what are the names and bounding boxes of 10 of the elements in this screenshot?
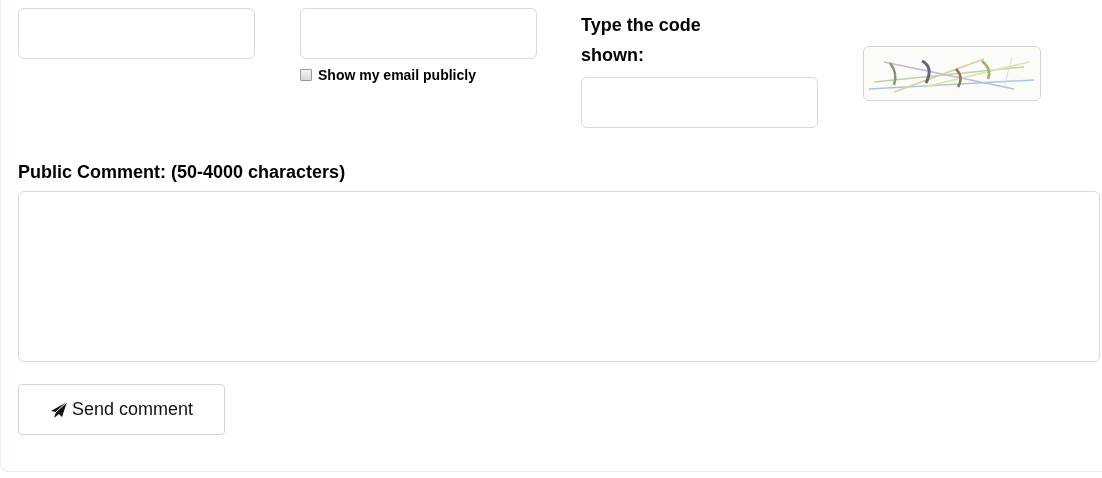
- send-button[interactable]: Send comment: [18, 384, 225, 435]
- paper-plane-icon: [49, 400, 68, 419]
- comment-field[interactable]: [18, 191, 1100, 362]
- comment-label: Public Comment: (50-4000 characters): [18, 162, 347, 183]
- captcha-label: Type the code shown:: [581, 14, 702, 67]
- input-field[interactable]: [18, 8, 255, 59]
- checkbox-label: Show my email publicly: [318, 67, 476, 83]
- captcha-field[interactable]: [581, 77, 818, 128]
- checkbox[interactable]: [300, 69, 312, 81]
- input-field[interactable]: [300, 8, 537, 59]
